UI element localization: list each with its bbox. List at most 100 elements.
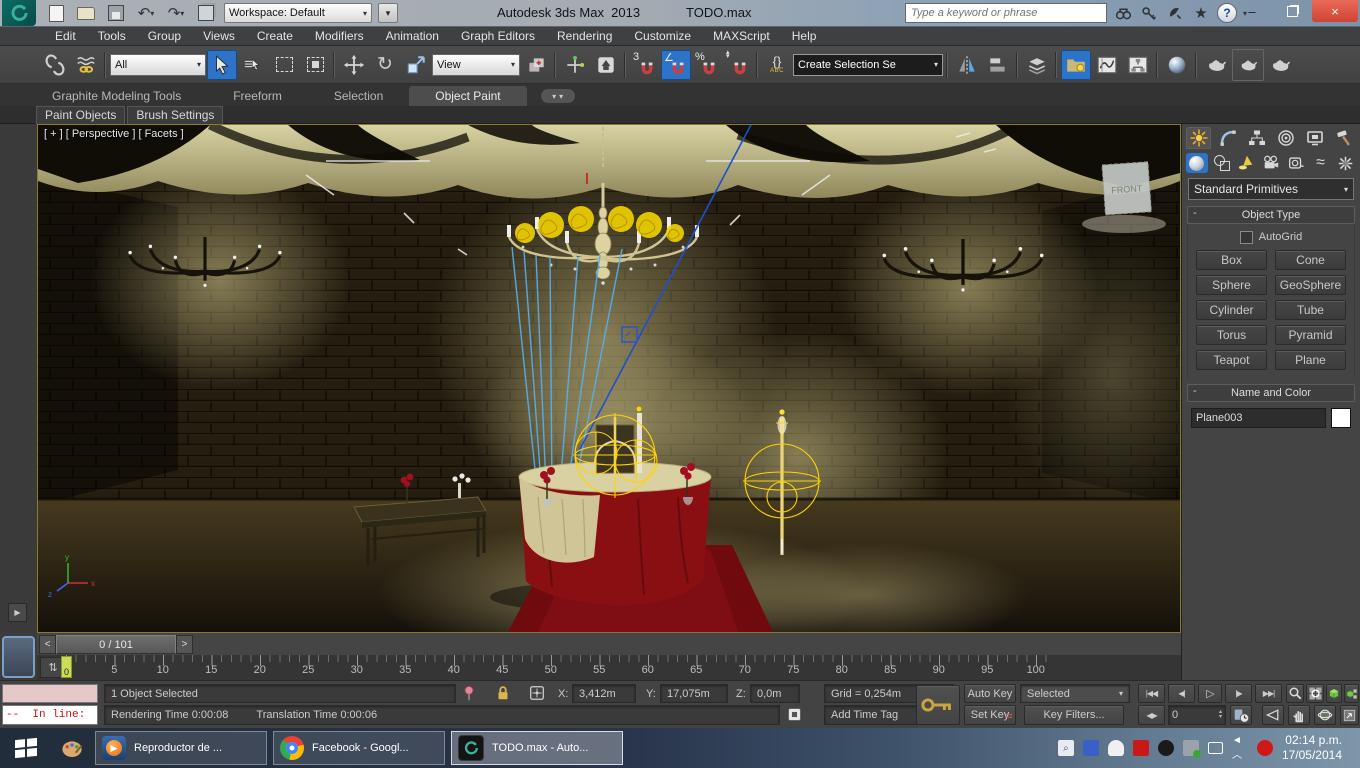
object-type-button[interactable]: Teapot <box>1196 350 1267 370</box>
tray-document-search-icon[interactable]: ⌕ <box>1057 740 1074 756</box>
minimize-button[interactable]: – <box>1232 0 1272 22</box>
z-coord-field[interactable]: 0,0m <box>750 684 800 703</box>
object-type-rollout-header[interactable]: - Object Type <box>1187 206 1355 224</box>
object-type-button[interactable]: Torus <box>1196 325 1267 345</box>
communication-center-icon[interactable] <box>1165 4 1185 22</box>
pan-button[interactable] <box>1288 705 1310 725</box>
zoom-button[interactable] <box>1286 684 1304 703</box>
tray-satellite-icon[interactable] <box>1157 740 1174 756</box>
tab-motion[interactable] <box>1273 127 1298 149</box>
perspective-viewport[interactable]: [ + ] [ Perspective ] [ Facets ] FRONT x… <box>37 124 1181 633</box>
rendered-frame-window-button[interactable] <box>1232 48 1264 81</box>
go-to-end-button[interactable]: ▶▶| <box>1255 684 1282 703</box>
next-key-button[interactable]: |▶ <box>1225 684 1252 703</box>
start-button[interactable] <box>0 728 52 768</box>
object-name-field[interactable]: Plane003 <box>1191 408 1326 428</box>
select-and-scale-button[interactable] <box>401 50 431 80</box>
open-file-button[interactable] <box>74 3 98 23</box>
key-mode-toggle-button[interactable]: ◀▶ <box>1138 705 1165 725</box>
time-configuration-button[interactable] <box>1230 705 1252 725</box>
maxscript-mini-listener-pink[interactable] <box>2 684 98 703</box>
reference-coordinate-dropdown[interactable]: View ▾ <box>432 53 520 76</box>
graphite-ribbon-toggle-button[interactable] <box>1061 49 1091 80</box>
object-type-button[interactable]: GeoSphere <box>1275 275 1346 295</box>
select-and-link-button[interactable] <box>40 50 70 80</box>
brush-settings-panel-button[interactable]: Brush Settings <box>127 105 224 124</box>
orbit-button[interactable] <box>1314 705 1336 725</box>
select-object-button[interactable] <box>207 49 237 80</box>
default-tangents-icon[interactable]: ≈ <box>998 705 1020 725</box>
schematic-view-button[interactable] <box>1123 50 1153 80</box>
name-color-rollout-header[interactable]: - Name and Color <box>1187 384 1355 402</box>
zoom-extents-button[interactable] <box>1326 684 1342 703</box>
undo-button[interactable]: ↶ ▾ <box>134 3 158 23</box>
tab-utilities[interactable] <box>1331 127 1356 149</box>
workspace-menu-button[interactable]: ▾ <box>378 3 398 23</box>
save-file-button[interactable] <box>104 3 128 23</box>
object-color-swatch[interactable] <box>1331 408 1351 428</box>
ribbon-minimize-button[interactable]: ▾ ▾ <box>540 89 575 103</box>
paint-objects-panel-button[interactable]: Paint Objects <box>36 105 126 124</box>
ribbon-tab-selection[interactable]: Selection <box>308 86 409 106</box>
ribbon-tab-freeform[interactable]: Freeform <box>207 86 308 106</box>
ribbon-tab-object-paint[interactable]: Object Paint <box>409 86 527 106</box>
named-selection-sets-dropdown[interactable]: Create Selection Se ▾ <box>793 53 943 76</box>
object-type-button[interactable]: Sphere <box>1196 275 1267 295</box>
absolute-offset-mode-icon[interactable] <box>528 684 550 703</box>
category-helpers-button[interactable] <box>1285 153 1307 173</box>
tray-input-lock-icon[interactable] <box>1082 740 1099 756</box>
tray-bell-icon[interactable] <box>1107 740 1124 756</box>
select-by-name-button[interactable]: ≡ <box>238 50 268 80</box>
tab-create[interactable] <box>1186 127 1211 149</box>
keyboard-shortcut-override-button[interactable] <box>591 50 621 80</box>
snaps-toggle-3d-button[interactable]: 3 <box>630 50 660 80</box>
primitive-category-dropdown[interactable]: Standard Primitives ▾ <box>1188 178 1354 200</box>
restore-button[interactable] <box>1272 0 1312 22</box>
select-and-move-button[interactable] <box>339 50 369 80</box>
menu-item[interactable]: Create <box>246 29 304 43</box>
frame-spinner[interactable]: ▴ ▾ <box>1219 709 1222 720</box>
object-type-button[interactable]: Tube <box>1275 300 1346 320</box>
search-input[interactable] <box>905 3 1107 23</box>
zoom-all-button[interactable] <box>1306 684 1324 703</box>
percent-snap-toggle-button[interactable]: % <box>692 50 722 80</box>
workspace-dropdown[interactable]: Workspace: Default ▾ <box>224 3 372 23</box>
tray-volume-icon[interactable]: ◄︿ <box>1232 735 1248 761</box>
menu-item[interactable]: Animation <box>375 29 450 43</box>
ribbon-tab-graphite-modeling-tools[interactable]: Graphite Modeling Tools <box>26 86 207 106</box>
y-coord-field[interactable]: 17,075m <box>660 684 728 703</box>
material-editor-button[interactable] <box>1162 50 1192 80</box>
select-and-rotate-button[interactable]: ↻ <box>370 50 400 80</box>
auto-key-button[interactable]: Auto Key <box>964 684 1016 703</box>
taskbar-app-media-player[interactable]: ▶ Reproductor de ... <box>95 731 267 765</box>
spinner-snap-toggle-button[interactable]: ▴ ▾ <box>723 49 753 80</box>
selection-set-filter-dropdown[interactable]: Selected ▾ <box>1020 684 1130 703</box>
close-button[interactable]: × <box>1312 0 1358 22</box>
zoom-extents-all-button[interactable] <box>1344 684 1359 703</box>
object-type-button[interactable]: Cylinder <box>1196 300 1267 320</box>
menu-item[interactable]: Rendering <box>546 29 623 43</box>
bind-to-space-warp-button[interactable] <box>71 50 101 80</box>
expand-trackbar-button[interactable]: ▶ <box>8 603 27 622</box>
menu-item[interactable]: MAXScript <box>702 29 781 43</box>
category-systems-button[interactable] <box>1334 153 1356 173</box>
viewport-label[interactable]: [ + ] [ Perspective ] [ Facets ] <box>44 128 184 140</box>
favorites-star-icon[interactable]: ★ <box>1191 4 1211 22</box>
isolate-selection-pin-icon[interactable] <box>460 684 480 703</box>
tray-usb-icon[interactable] <box>1182 740 1201 758</box>
autogrid-checkbox[interactable] <box>1239 230 1253 244</box>
subscription-key-icon[interactable] <box>1139 4 1159 22</box>
tray-adobe-icon[interactable] <box>1132 740 1149 756</box>
ceiling-drape[interactable] <box>38 125 1180 199</box>
align-button[interactable] <box>983 50 1013 80</box>
select-and-manipulate-button[interactable] <box>560 50 590 80</box>
use-pivot-point-center-button[interactable] <box>521 50 551 80</box>
menu-item[interactable]: Views <box>192 29 246 43</box>
object-type-button[interactable]: Cone <box>1275 250 1346 270</box>
tab-display[interactable] <box>1302 127 1327 149</box>
go-to-start-button[interactable]: |◀◀ <box>1138 684 1165 703</box>
menu-item[interactable]: Modifiers <box>304 29 375 43</box>
key-filters-button[interactable]: Key Filters... <box>1024 705 1124 725</box>
window-crossing-toggle[interactable] <box>300 50 330 80</box>
curve-editor-button[interactable] <box>1092 50 1122 80</box>
